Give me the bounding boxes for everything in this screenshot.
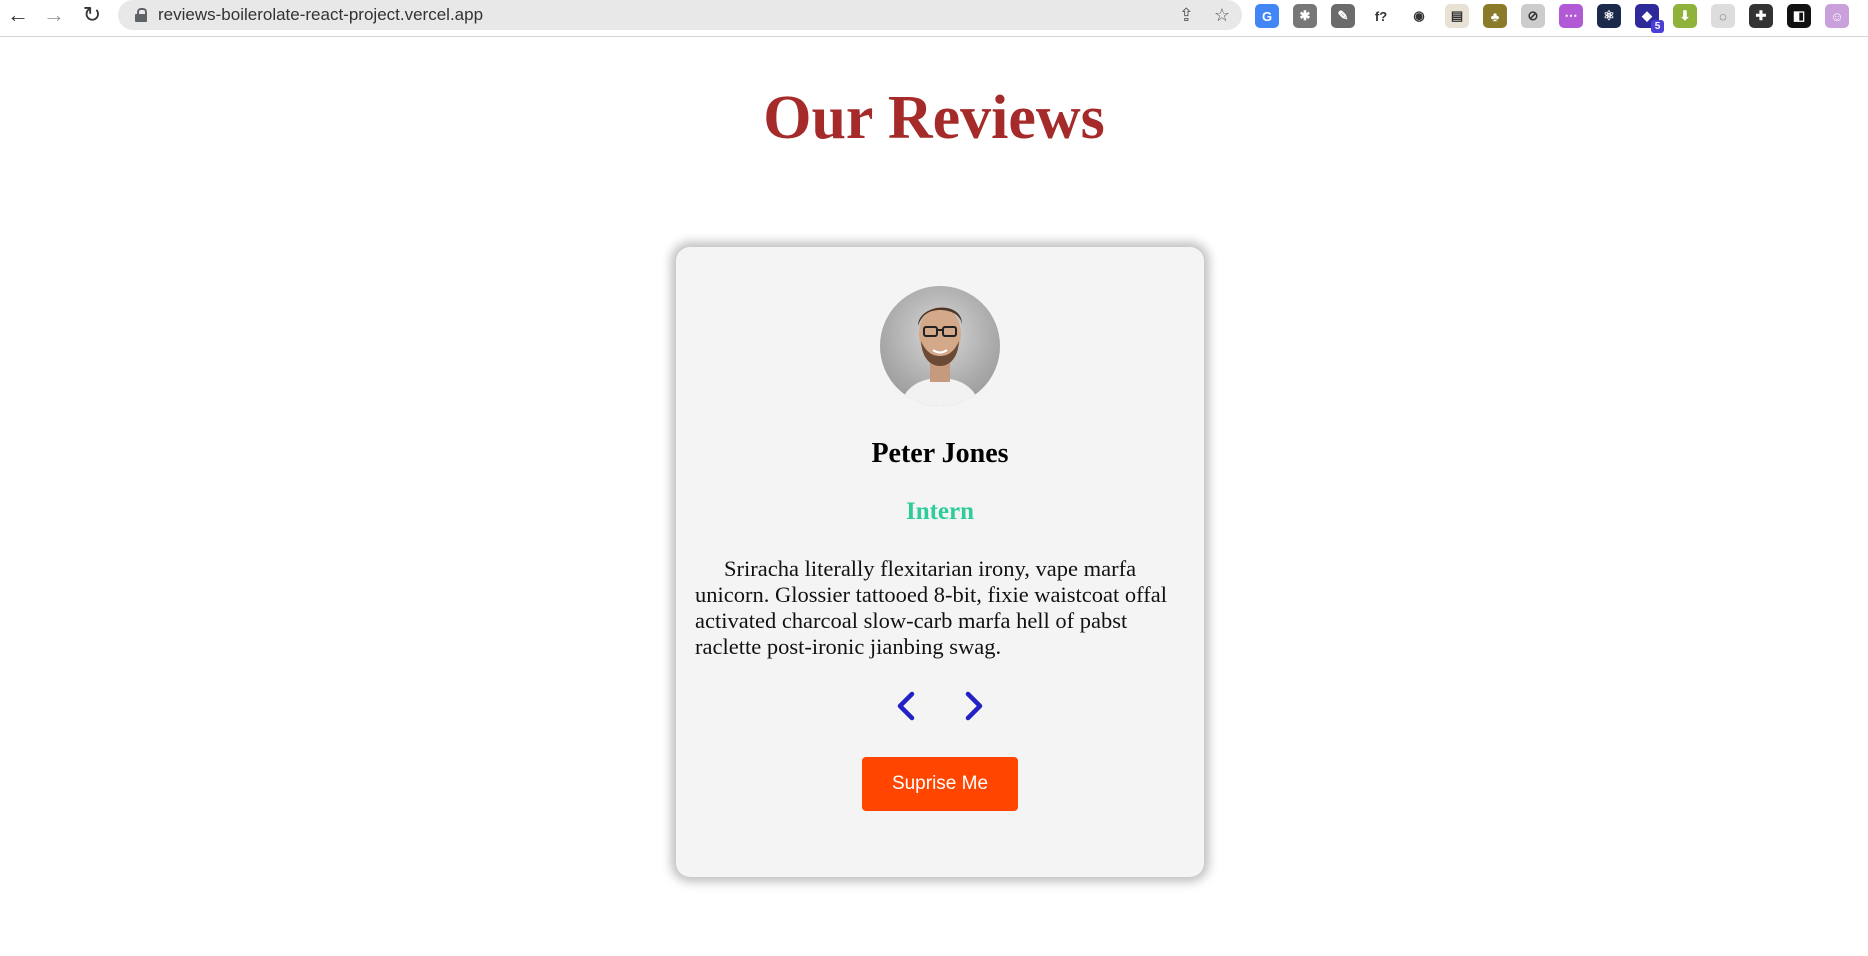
- compass-icon[interactable]: ⊘: [1521, 4, 1545, 28]
- puzzle-icon[interactable]: ✚: [1749, 4, 1773, 28]
- side-panel-icon[interactable]: ◧: [1787, 4, 1811, 28]
- bug-icon[interactable]: ✱: [1293, 4, 1317, 28]
- reload-icon[interactable]: ↻: [74, 0, 110, 30]
- share-icon[interactable]: ⇪: [1179, 5, 1194, 26]
- react-devtools-icon[interactable]: ⚛: [1597, 4, 1621, 28]
- prev-review-button[interactable]: [891, 689, 921, 723]
- url-text: reviews-boilerolate-react-project.vercel…: [158, 5, 484, 24]
- chevron-left-icon: [897, 691, 915, 721]
- avatar: [880, 286, 1000, 406]
- html-tree-icon[interactable]: ♣: [1483, 4, 1507, 28]
- color-picker-icon[interactable]: ✎: [1331, 4, 1355, 28]
- forward-arrow-icon[interactable]: →: [36, 0, 72, 30]
- font-finder-icon[interactable]: f?: [1369, 4, 1393, 28]
- review-card: Peter Jones Intern Sriracha literally fl…: [676, 247, 1204, 877]
- download-icon[interactable]: ⬇: [1673, 4, 1697, 28]
- google-translate-icon[interactable]: G: [1255, 4, 1279, 28]
- reviewer-name: Peter Jones: [871, 438, 1009, 469]
- surprise-me-button[interactable]: Suprise Me: [862, 757, 1018, 811]
- chevron-right-icon: [965, 691, 983, 721]
- address-bar[interactable]: reviews-boilerolate-react-project.vercel…: [118, 0, 1242, 30]
- star-icon[interactable]: ☆: [1214, 5, 1230, 26]
- extension-badge-icon[interactable]: ◆ 5: [1635, 4, 1664, 33]
- review-navigation: [676, 689, 1204, 729]
- api-icon[interactable]: ⋯: [1559, 4, 1583, 28]
- reviewer-job: Intern: [905, 498, 975, 525]
- browser-toolbar: ← → ↻ reviews-boilerolate-react-project.…: [0, 0, 1868, 37]
- back-arrow-icon[interactable]: ←: [0, 0, 36, 30]
- review-text: Sriracha literally flexitarian irony, va…: [695, 556, 1167, 659]
- next-review-button[interactable]: [959, 689, 989, 723]
- notes-icon[interactable]: ▤: [1445, 4, 1469, 28]
- timer-icon[interactable]: ◌: [1711, 4, 1735, 28]
- lock-icon: [134, 8, 148, 22]
- profile-avatar-icon[interactable]: ☺: [1825, 4, 1849, 28]
- page-title: Our Reviews: [763, 84, 1105, 152]
- extensions-bar: G ✱ ✎ f? ◉ ▤ ♣ ⊘ ⋯ ⚛ ◆ 5 ⬇ ◌ ✚ ◧ ☺: [1255, 2, 1849, 33]
- ninja-icon[interactable]: ◉: [1407, 4, 1431, 28]
